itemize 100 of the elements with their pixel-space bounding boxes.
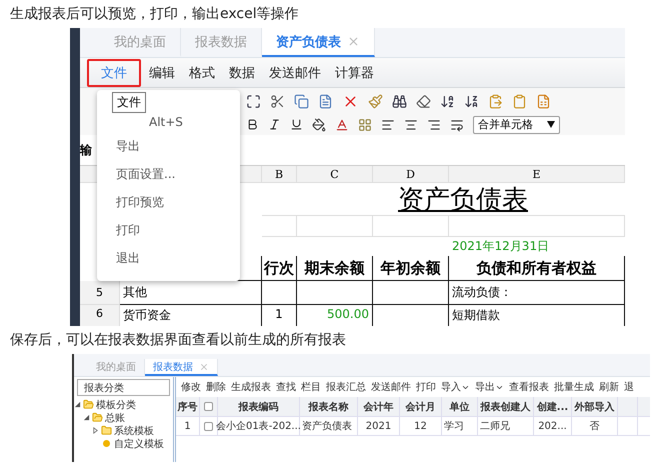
eraser-icon[interactable] [416, 94, 431, 108]
table-cell: 资产负债表 [300, 417, 358, 435]
header-cell: 行次 [262, 256, 297, 281]
align-center-icon[interactable] [404, 118, 418, 132]
toolbar-button[interactable]: 栏目 [301, 380, 321, 394]
column-header[interactable]: C [297, 166, 373, 183]
menu-item[interactable]: 发送邮件 [263, 58, 327, 86]
toolbar-button[interactable]: 打印 [416, 380, 436, 394]
toolbar-button[interactable]: 刷新 [599, 380, 619, 394]
border-icon[interactable] [358, 118, 372, 132]
sheet-icon[interactable] [536, 94, 551, 108]
tab[interactable]: 报表数据 [145, 359, 218, 376]
toolbar-button[interactable]: 生成报表 [231, 380, 271, 394]
toolbar-button[interactable]: 导入 [441, 380, 470, 394]
tree-item[interactable]: 系统模板 [114, 424, 154, 438]
column-header: 创建... [534, 397, 572, 416]
table-cell: 货币资金 [120, 305, 262, 326]
table-cell: 否 [572, 417, 618, 435]
clipboard-icon[interactable] [512, 94, 527, 108]
paste-icon[interactable] [488, 94, 503, 108]
toolbar-button[interactable]: 报表汇总 [326, 380, 366, 394]
align-left-icon[interactable] [381, 118, 395, 132]
align-right-icon[interactable] [427, 118, 441, 132]
fill-color-icon[interactable] [312, 118, 326, 132]
column-header: 报表名称 [300, 397, 358, 416]
date-cell-text: 2021年12月31日 [451, 238, 550, 255]
menu-option[interactable]: 导出 [97, 132, 240, 160]
toolbar-button[interactable]: 发送邮件 [371, 380, 411, 394]
toolbar-button[interactable]: 删除 [206, 380, 226, 394]
toolbar-button[interactable]: 查看报表 [509, 380, 549, 394]
caption-text: 生成报表后可以预览，打印，输出excel等操作 [9, 5, 300, 24]
row-number: 6 [80, 305, 120, 326]
folder-icon [92, 412, 103, 423]
column-header[interactable]: D [373, 166, 449, 183]
brush-icon[interactable] [368, 94, 383, 108]
merge-cells-dropdown[interactable]: 合并单元格 [473, 116, 560, 134]
search-icon[interactable] [392, 94, 407, 108]
tree-item[interactable]: 模板分类 [96, 398, 136, 412]
checkbox[interactable] [204, 402, 213, 411]
menu-option[interactable]: 打印 [97, 216, 240, 244]
column-header: 报表创建人 [478, 397, 534, 416]
table-cell: 202... [534, 417, 572, 435]
copy-icon[interactable] [294, 94, 309, 108]
sheet-title: 资产负债表 [262, 183, 625, 216]
caption-text: 保存后，可以在报表数据界面查看以前生成的所有报表 [9, 331, 346, 350]
column-header: 序号 [176, 397, 200, 416]
font-color-icon[interactable] [335, 118, 349, 132]
table-cell: 短期借款 [449, 305, 625, 326]
column-header: 会计年 [358, 397, 400, 416]
menu-item[interactable]: 编辑 [143, 58, 181, 86]
column-header: 外部导入 [572, 397, 618, 416]
header-cell: 年初余额 [373, 256, 449, 281]
bold-icon[interactable] [246, 118, 259, 131]
column-header: 会计月 [400, 397, 442, 416]
table-cell: 1 [176, 417, 200, 435]
toolbar-button[interactable]: 查找 [276, 380, 296, 394]
menu-item[interactable]: 数据 [223, 58, 261, 86]
category-field[interactable]: 报表分类 [77, 379, 170, 396]
menu-item[interactable]: 计算器 [329, 58, 380, 86]
document-icon[interactable] [318, 94, 333, 108]
table-cell: 二师兄 [478, 417, 534, 435]
toolbar-button[interactable]: 批量生成 [554, 380, 594, 394]
menu-item[interactable]: 格式 [183, 58, 221, 86]
expanded-arrow-icon[interactable] [83, 414, 90, 421]
tab[interactable]: 资产负债表 [262, 28, 375, 57]
toolbar-button[interactable]: 导出 [475, 380, 504, 394]
tooltip: 文件 [112, 92, 146, 113]
menu-option[interactable]: Alt+S [97, 112, 240, 132]
menu-option[interactable]: 退出 [97, 244, 240, 272]
table-cell: 流动负债： [449, 281, 625, 305]
row-number: 5 [80, 281, 120, 305]
table-cell: 会小企01表-202... [218, 417, 300, 435]
menu-option[interactable]: 打印预览 [97, 188, 240, 216]
fit-icon[interactable] [246, 94, 261, 108]
tree-item[interactable]: 自定义模板 [114, 436, 164, 450]
italic-icon[interactable] [268, 118, 281, 131]
table-cell: 500.00 [297, 305, 373, 326]
caret-icon [547, 121, 555, 128]
toolbar-button[interactable]: 修改 [181, 380, 201, 394]
sort-descending-icon[interactable] [464, 94, 479, 108]
folder-icon [83, 399, 94, 410]
leaf-dot-icon [103, 440, 110, 447]
tree-item[interactable]: 总账 [105, 410, 125, 424]
folder-icon [101, 425, 112, 436]
checkbox[interactable] [204, 422, 213, 430]
header-cell: 期末余额 [297, 256, 373, 281]
wrap-text-icon[interactable] [450, 118, 464, 132]
expanded-arrow-icon[interactable] [74, 401, 81, 408]
cut-icon[interactable] [270, 94, 285, 108]
table-cell: 12 [400, 417, 442, 435]
column-header: 报表编码 [218, 397, 300, 416]
sort-ascending-icon[interactable] [440, 94, 455, 108]
collapsed-arrow-icon[interactable] [92, 427, 99, 434]
column-header[interactable]: B [262, 166, 297, 183]
toolbar-button[interactable]: 退 [624, 380, 634, 394]
column-header[interactable]: E [449, 166, 625, 183]
column-header: 单位 [442, 397, 478, 416]
table-cell: 1 [262, 305, 297, 326]
menu-item[interactable]: 文件 [87, 58, 141, 86]
underline-icon[interactable] [290, 118, 303, 131]
